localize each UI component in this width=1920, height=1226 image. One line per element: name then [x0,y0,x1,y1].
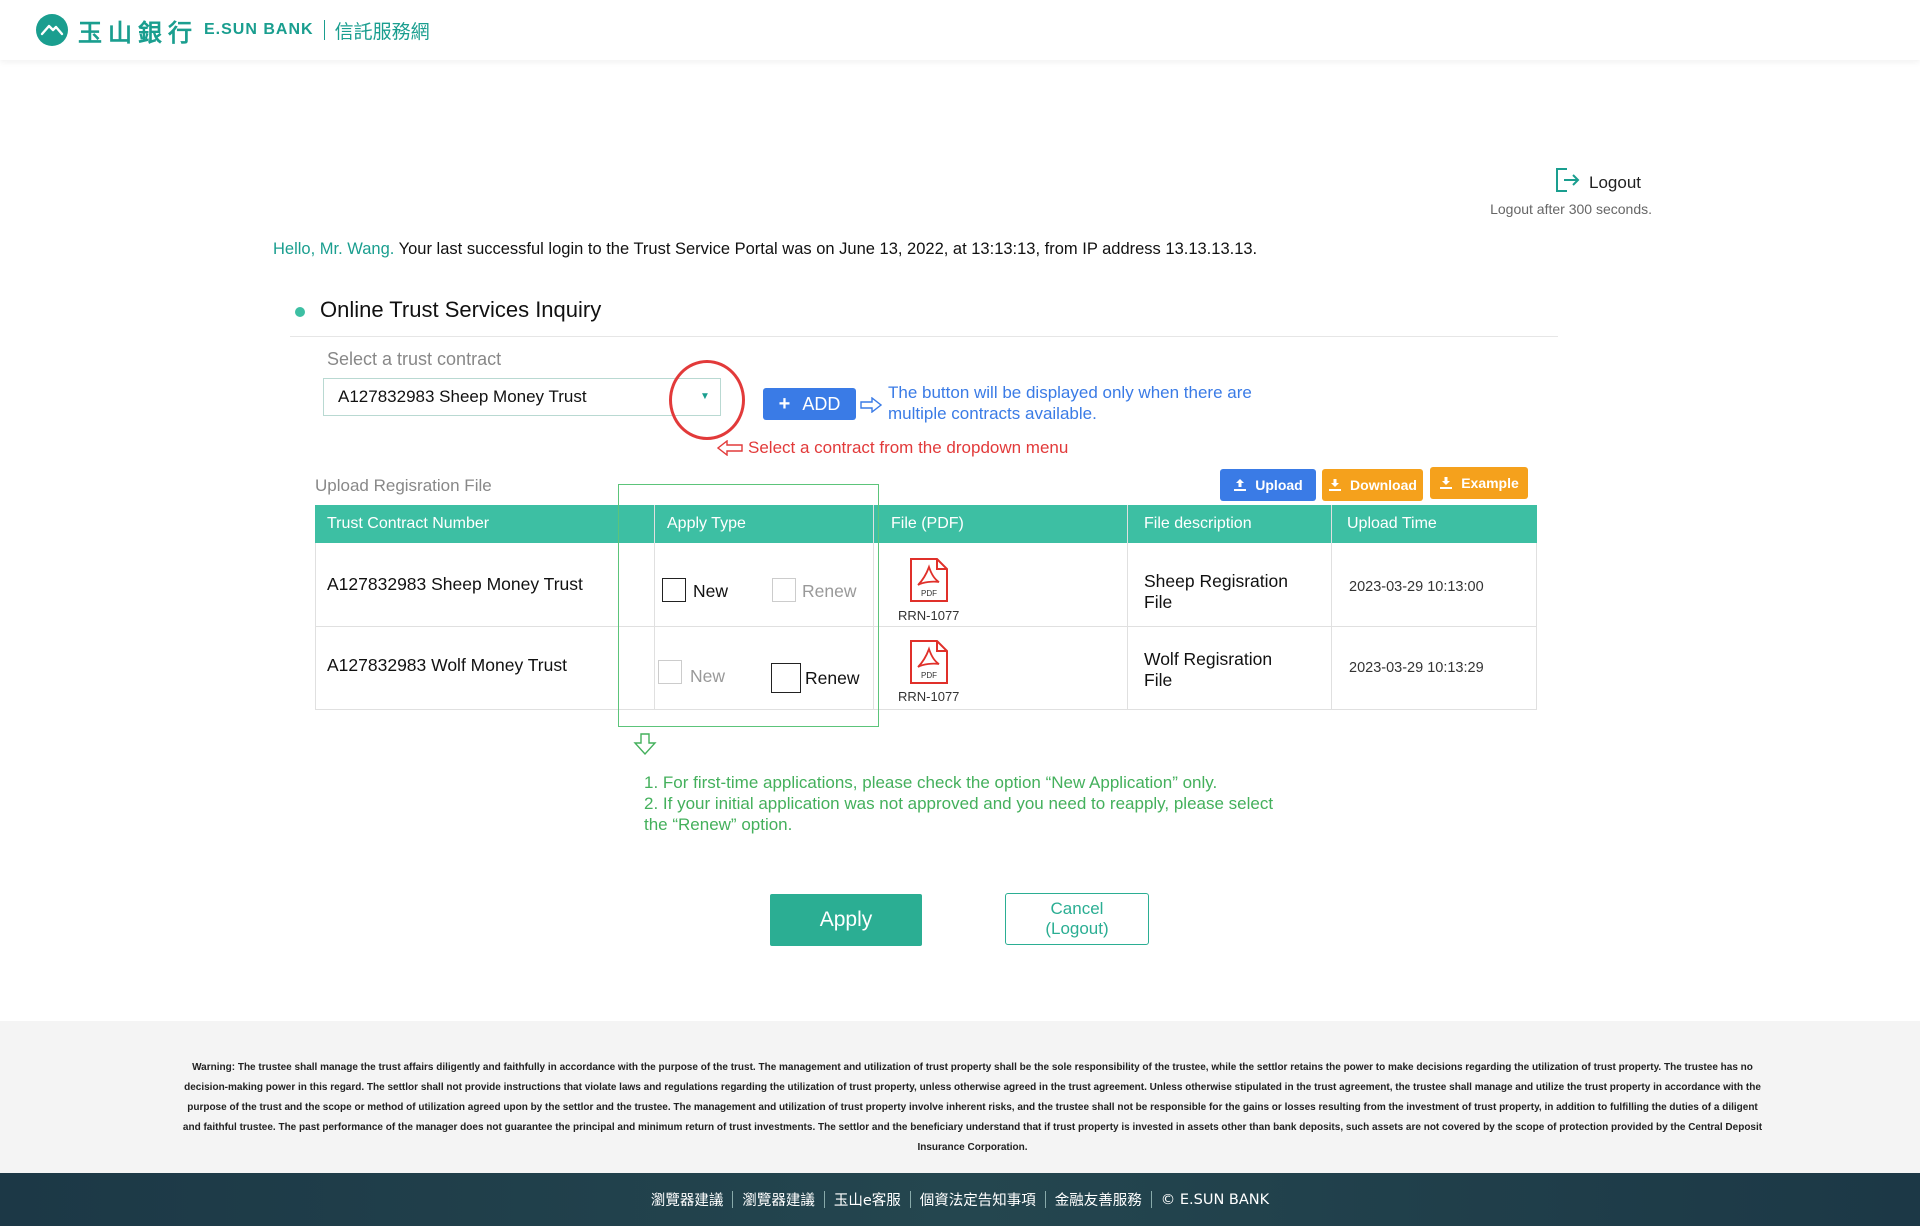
column-divider [1127,505,1128,710]
select-contract-note: Select a contract from the dropdown menu [748,438,1069,457]
section-divider [290,336,1558,337]
greeting-hello: Hello, Mr. Wang. [273,240,395,258]
pdf-icon-text: PDF [921,589,937,598]
apply-type-note-line: 1. For first-time applications, please c… [644,773,1218,792]
upload-section-title: Upload Regisration File [315,476,492,495]
right-arrow-icon [860,396,883,418]
column-header-description: File description [1144,515,1252,532]
upload-label: Upload [1255,477,1303,493]
cancel-label: Cancel [1050,899,1104,918]
download-icon [1440,477,1453,489]
row-divider [315,626,1537,627]
footer-separator [732,1191,734,1208]
footer-links: 瀏覽器建議 瀏覽器建議 玉山e客服 個資法定告知事項 金融友善服務 © E.SU… [0,1189,1920,1210]
table-cell-contract: A127832983 Sheep Money Trust [327,574,583,594]
trust-warning-text: Warning: The trustee shall manage the tr… [182,1062,1763,1153]
footer-link-privacy[interactable]: 個資法定告知事項 [920,1189,1036,1210]
left-arrow-icon [716,439,743,461]
column-divider [1331,505,1332,710]
footer-link-browser[interactable]: 瀏覽器建議 [742,1189,815,1210]
pdf-file-name[interactable]: RRN-1077 [898,608,959,623]
apply-button[interactable]: Apply [770,894,922,946]
table-cell-upload-time: 2023-03-29 10:13:29 [1349,660,1484,676]
download-button[interactable]: Download [1322,469,1423,501]
add-button-note: The button will be displayed only when t… [888,383,1252,423]
down-arrow-icon [633,733,657,760]
cancel-logout-button[interactable]: Cancel (Logout) [1005,893,1149,945]
download-icon [1329,479,1342,491]
apply-type-note: 1. For first-time applications, please c… [644,772,1284,835]
cancel-sublabel: (Logout) [1045,919,1109,938]
footer-separator [823,1191,825,1208]
column-header-file: File (PDF) [891,515,964,532]
example-label: Example [1461,475,1519,491]
brand-subtitle: 信託服務網 [334,20,430,43]
column-header-contract: Trust Contract Number [327,515,490,532]
contract-select-label: Select a trust contract [327,349,502,369]
brand-name-en: E.SUN BANK [204,21,314,38]
description-line: Wolf Regisration [1144,649,1273,669]
footer-link-customer-service[interactable]: 玉山e客服 [834,1189,901,1210]
footer-separator [909,1191,911,1208]
contract-select-value[interactable]: A127832983 Sheep Money Trust [338,387,587,407]
highlight-circle [669,360,745,440]
footer-link-browser[interactable]: 瀏覽器建議 [651,1189,724,1210]
pdf-file-name[interactable]: RRN-1077 [898,689,959,704]
column-header-upload-time: Upload Time [1347,515,1437,532]
description-line: File [1144,670,1173,690]
apply-type-highlight-box [618,484,879,727]
brand-divider [323,20,325,40]
example-button[interactable]: Example [1430,467,1528,499]
logout-button[interactable]: Logout [1553,166,1641,199]
pdf-file-icon[interactable]: PDF [909,557,949,608]
description-line: Sheep Regisration [1144,571,1288,591]
upload-icon [1234,479,1247,491]
logout-countdown: Logout after 300 seconds. [1490,201,1652,217]
brand-name-cn: 玉山銀行 [78,18,198,47]
upload-button[interactable]: Upload [1220,469,1316,501]
download-label: Download [1350,477,1417,493]
table-cell-description: Sheep Regisration File [1144,571,1288,613]
esun-mountain-icon [36,14,68,46]
table-cell-description: Wolf Regisration File [1144,649,1272,691]
footer-link-financial-friendly[interactable]: 金融友善服務 [1055,1189,1142,1210]
row-divider [315,709,1537,710]
logout-label: Logout [1589,172,1641,192]
footer-copyright: © E.SUN BANK [1160,1191,1270,1208]
brand-logo[interactable]: 玉山銀行 E.SUN BANK 信託服務網 [36,14,430,47]
plus-icon: + [778,392,791,415]
add-button-label: ADD [802,393,841,414]
greeting-message: Hello, Mr. Wang. Your last successful lo… [273,240,1257,259]
footer-separator [1044,1191,1046,1208]
pdf-icon-text: PDF [921,671,937,680]
logout-icon [1553,166,1581,199]
section-title: Online Trust Services Inquiry [320,297,602,322]
pdf-file-icon[interactable]: PDF [909,639,949,690]
table-cell-upload-time: 2023-03-29 10:13:00 [1349,579,1484,595]
apply-type-note-line: 2. If your initial application was not a… [644,794,1274,834]
last-login-info: Your last successful login to the Trust … [394,240,1258,258]
description-line: File [1144,592,1173,612]
section-bullet [295,307,305,317]
table-cell-contract: A127832983 Wolf Money Trust [327,655,567,675]
footer-separator [1150,1191,1152,1208]
add-contract-button[interactable]: + ADD [763,388,856,420]
